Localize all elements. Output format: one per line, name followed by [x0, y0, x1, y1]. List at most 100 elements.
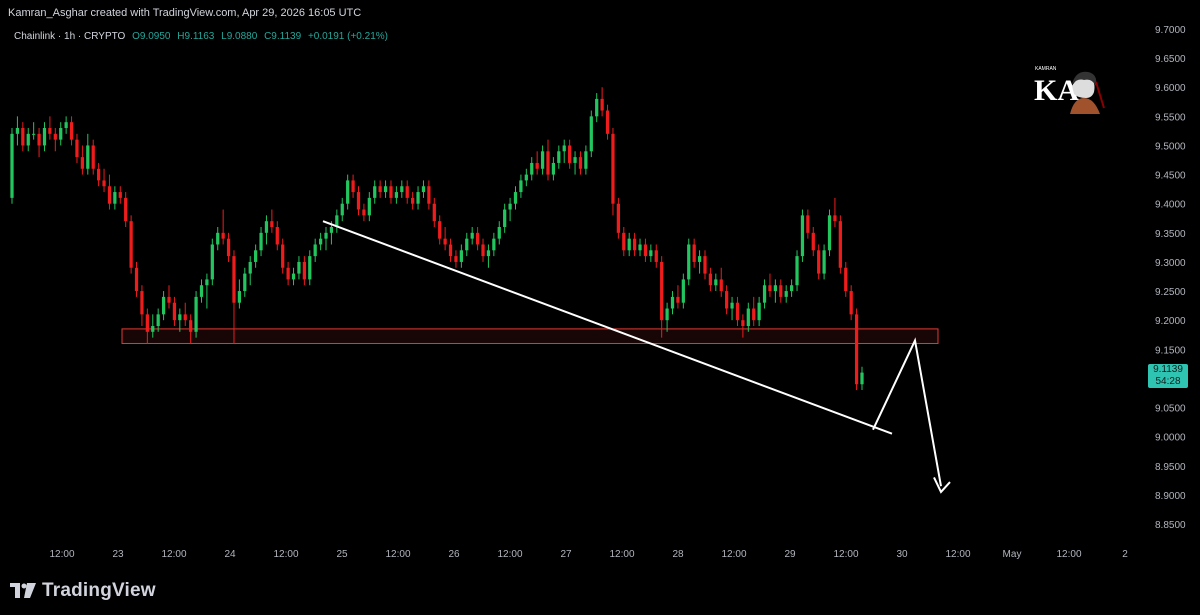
candle — [367, 192, 371, 222]
candle — [53, 128, 57, 152]
candle — [134, 261, 139, 297]
candle — [725, 285, 729, 315]
candle-body — [730, 302, 734, 309]
candle — [595, 93, 599, 123]
candle — [454, 250, 458, 268]
candle — [356, 186, 361, 216]
candle-body — [69, 122, 74, 140]
candle-body — [189, 320, 193, 332]
candle-body — [264, 221, 269, 233]
candle-body — [383, 186, 388, 193]
candle-body — [178, 314, 182, 321]
candle-body — [578, 157, 583, 169]
candle-body — [124, 197, 128, 222]
candle — [660, 256, 664, 338]
candle-body — [254, 250, 258, 262]
candle — [670, 291, 675, 315]
candle — [822, 244, 826, 280]
candle — [281, 238, 285, 274]
candle — [400, 180, 404, 198]
candle — [199, 279, 204, 303]
candle-body — [15, 128, 20, 134]
candle — [313, 238, 317, 262]
tradingview-logo-icon — [10, 583, 36, 599]
candle-body — [389, 186, 393, 198]
candle-body — [595, 98, 599, 117]
x-tick-label: May — [1003, 549, 1022, 560]
candle — [546, 139, 550, 181]
candle-body — [849, 291, 853, 315]
candle — [795, 250, 799, 292]
candle-body — [194, 296, 198, 332]
candle-body — [237, 291, 242, 303]
candle — [465, 232, 469, 257]
candle-body — [134, 267, 139, 292]
candle-body — [676, 296, 680, 303]
candle — [161, 291, 166, 321]
time-axis[interactable]: 12:00 23 12:00 24 12:00 25 12:00 26 12:00 27 12:00… — [49, 549, 1128, 560]
candle-body — [692, 244, 696, 262]
candle-body — [817, 250, 821, 274]
candle — [102, 168, 106, 193]
candle-body — [854, 314, 859, 385]
candle — [676, 285, 680, 309]
candle — [692, 238, 696, 268]
last-price: 9.1139 — [1153, 364, 1183, 375]
candle-body — [318, 238, 323, 245]
candle-body — [568, 145, 572, 163]
candle — [75, 133, 79, 163]
candle — [167, 285, 171, 309]
candle-body — [540, 151, 545, 169]
candle — [730, 296, 734, 321]
candle — [768, 273, 772, 297]
candle-body — [503, 209, 507, 227]
candle — [37, 128, 41, 158]
candle-body — [654, 250, 658, 262]
candlestick-chart[interactable]: 9.7000 9.6500 9.6000 9.5500 9.5000 9.4500 9.40… — [0, 0, 1200, 615]
candle-body — [102, 180, 106, 187]
price-axis[interactable]: 9.7000 9.6500 9.6000 9.5500 9.5000 9.4500 9.40… — [1155, 25, 1186, 531]
candle — [340, 197, 344, 222]
candle — [632, 232, 637, 257]
candle-body — [313, 244, 317, 257]
candle — [42, 122, 47, 152]
candle-body — [118, 192, 122, 198]
candle — [318, 232, 323, 251]
candle-body — [221, 232, 225, 239]
candle-body — [632, 238, 637, 251]
candle — [665, 302, 669, 332]
candle-body — [497, 227, 501, 239]
candle — [800, 209, 805, 262]
candle-body — [362, 209, 366, 216]
candle-body — [622, 232, 626, 251]
candle — [513, 186, 518, 210]
candle-body — [508, 203, 512, 210]
candle-body — [438, 221, 442, 239]
x-tick-label: 26 — [448, 549, 460, 560]
y-tick-label: 9.4500 — [1155, 171, 1186, 182]
candle-body — [286, 267, 290, 280]
candle-body — [860, 372, 864, 385]
candle — [183, 302, 187, 326]
candle-body — [340, 203, 344, 216]
candle — [708, 267, 713, 292]
candle — [243, 267, 247, 297]
candle — [497, 221, 501, 245]
tradingview-brand[interactable]: TradingView — [10, 580, 156, 602]
candle-body — [248, 261, 252, 274]
candle — [643, 238, 648, 262]
candle — [308, 250, 312, 286]
x-tick-label: 27 — [560, 549, 572, 560]
candle-body — [10, 133, 14, 198]
candle-body — [486, 250, 491, 257]
candle-body — [530, 162, 534, 175]
candle — [346, 174, 350, 210]
candle — [681, 273, 685, 309]
candle-body — [822, 250, 826, 274]
candle — [32, 122, 36, 140]
candle — [719, 267, 723, 297]
candle — [573, 151, 577, 175]
candle-body — [454, 256, 458, 262]
x-tick-label: 12:00 — [609, 549, 634, 560]
candle — [703, 250, 707, 280]
